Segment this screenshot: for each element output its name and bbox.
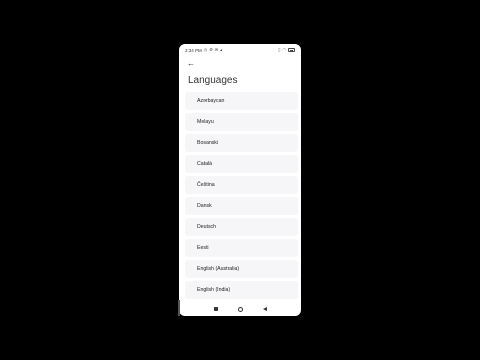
language-item[interactable]: Melayu (185, 113, 298, 131)
alarm-icon: ◷ (203, 47, 208, 52)
language-item[interactable]: Dansk (185, 197, 298, 215)
phone-screen: 2:34 PM ◷ ⚙ ✉ ▴ ▯ ◠ ← Languages Azərbayc… (179, 44, 301, 316)
language-item[interactable]: English (India) (185, 281, 298, 299)
back-icon[interactable] (262, 307, 267, 311)
arrow-left-icon[interactable]: ← (187, 59, 197, 69)
recents-icon[interactable] (213, 307, 218, 311)
battery-icon (288, 48, 295, 52)
settings-icon: ⚙ (209, 47, 213, 52)
status-time: 2:34 PM (185, 47, 202, 53)
language-item[interactable]: Čeština (185, 176, 298, 194)
language-item[interactable]: Deutsch (185, 218, 298, 236)
language-item[interactable]: Eesti (185, 239, 298, 257)
messages-icon: ✉ (214, 47, 219, 52)
home-icon[interactable] (237, 306, 243, 312)
page-title: Languages (188, 75, 238, 86)
vibrate-icon: ▯ (278, 47, 281, 52)
phone-edge (178, 300, 180, 316)
language-item[interactable]: Azərbaycan (185, 92, 298, 110)
language-list: Azərbaycan Melayu Bosanski Català Češtin… (185, 92, 299, 302)
language-item[interactable]: English (Australia) (185, 260, 298, 278)
language-item[interactable]: Bosanski (185, 134, 298, 152)
wifi-icon: ◠ (282, 47, 287, 52)
navigation-bar (179, 302, 301, 316)
status-left: 2:34 PM ◷ ⚙ ✉ ▴ (185, 48, 222, 53)
status-bar: 2:34 PM ◷ ⚙ ✉ ▴ ▯ ◠ (179, 44, 301, 56)
signal-icon: ▴ (220, 47, 223, 52)
status-right: ▯ ◠ (278, 48, 295, 52)
language-item[interactable]: Català (185, 155, 298, 173)
